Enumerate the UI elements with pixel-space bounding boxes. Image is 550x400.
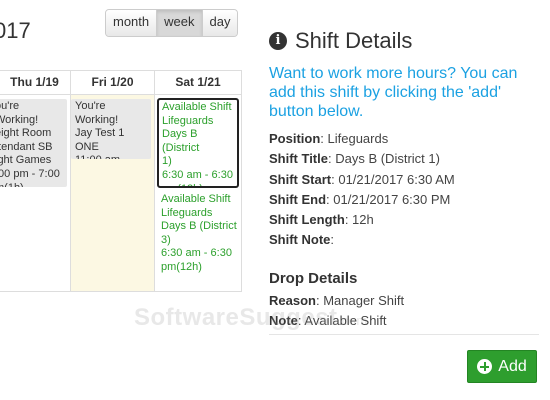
shift-event[interactable]: You're Working! Jay Test 1 ONE 11:00 am … [71,99,151,159]
add-button-label: Add [498,357,527,375]
field-shift-title: Shift Title: Days B (District 1) [269,149,539,169]
watermark: SoftwareSuggest.com [134,304,368,332]
shift-fields: Position: Lifeguards Shift Title: Days B… [269,129,539,251]
day-column-thu: Thu 1/19 ou're Working! eight Room ttend… [0,71,71,291]
field-shift-note: Shift Note: [269,230,539,250]
add-shift-prompt: Want to work more hours? You can add thi… [269,65,518,120]
field-shift-length: Shift Length: 12h [269,210,539,230]
shift-details-heading: i Shift Details [269,28,539,54]
plus-circle-icon [477,359,493,374]
drop-details-title: Drop Details [269,269,358,287]
watermark-suffix: .com [337,313,368,328]
shift-event[interactable]: ou're Working! eight Room ttendant SB ig… [0,99,67,187]
available-shift-event-selected[interactable]: Available Shift Lifeguards Days B (Distr… [157,98,239,188]
field-label: Shift Title [269,151,328,167]
shift-details-panel: i Shift Details Want to work more hours?… [269,28,539,331]
field-value: : 01/21/2017 6:30 AM [331,171,455,187]
day-column-fri: Fri 1/20 You're Working! Jay Test 1 ONE … [71,71,155,291]
shift-details-title: Shift Details [295,28,413,53]
calendar-grid: Thu 1/19 ou're Working! eight Room ttend… [0,70,242,292]
day-column-sat: Sat 1/21 Available Shift Lifeguards Days… [155,71,241,291]
view-week-button[interactable]: week [157,10,203,36]
field-value: : [330,232,335,248]
field-label: Position [269,131,321,146]
field-label: Shift Note [269,232,331,248]
view-day-button[interactable]: day [202,10,238,36]
view-switch: month week day [105,9,239,37]
add-shift-button[interactable]: Add [467,350,537,383]
field-label: Shift End [269,191,327,207]
field-value: : Lifeguards [320,131,389,146]
field-shift-end: Shift End: 01/21/2017 6:30 PM [269,190,539,210]
field-position: Position: Lifeguards [269,129,539,149]
field-shift-start: Shift Start: 01/21/2017 6:30 AM [269,170,539,190]
field-value: : 01/21/2017 6:30 PM [326,191,451,207]
divider [269,334,539,335]
field-value: : Days B (District 1) [327,151,440,167]
watermark-text: SoftwareSuggest [134,304,338,331]
day-header: Fri 1/20 [71,71,154,95]
field-label: Shift Start [269,171,332,187]
calendar-title: 017 [0,18,31,43]
field-label: Shift Length [269,212,345,228]
available-shift-event[interactable]: Available Shift Lifeguards Days B (Distr… [157,193,239,275]
info-icon: i [269,32,287,50]
view-month-button[interactable]: month [106,10,158,36]
day-header: Sat 1/21 [155,71,241,95]
field-value: : 12h [344,212,374,228]
day-header: Thu 1/19 [0,71,70,95]
